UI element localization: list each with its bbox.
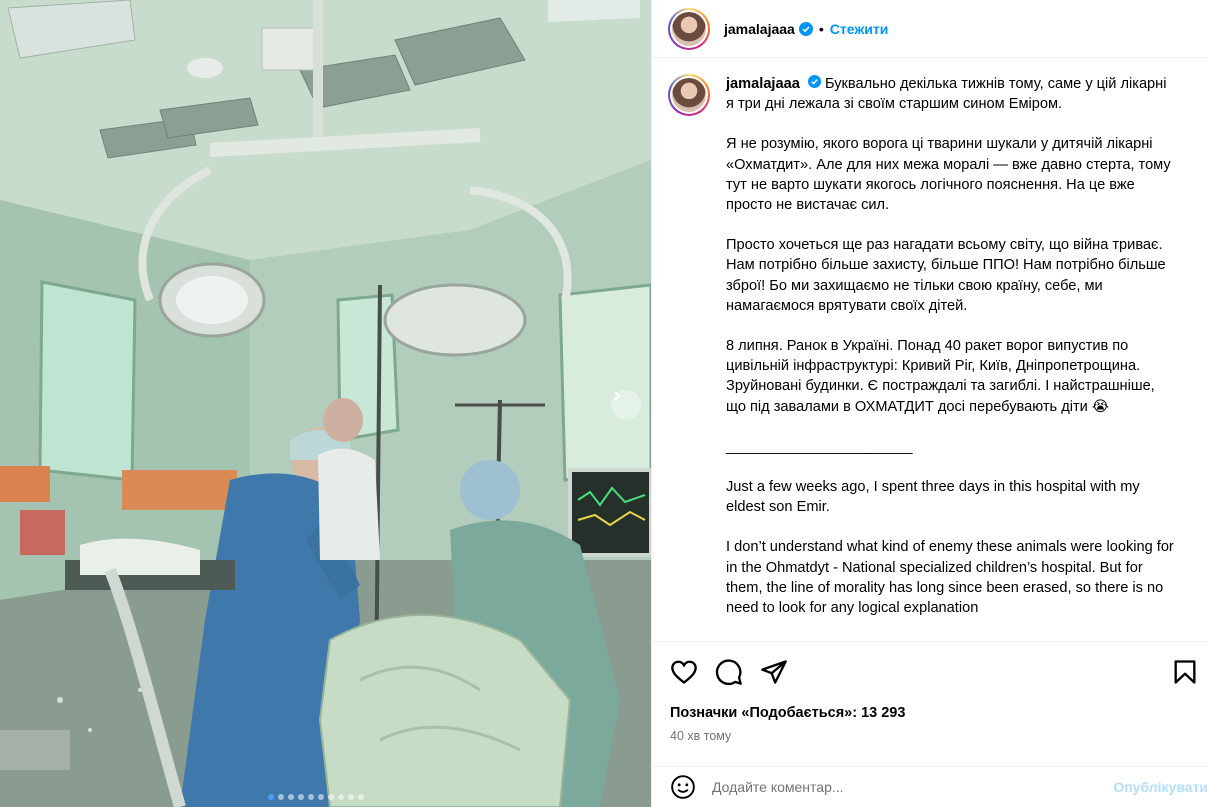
- publish-button[interactable]: Опублікувати: [1113, 779, 1207, 795]
- avatar[interactable]: [668, 74, 710, 116]
- carousel-dot: [348, 794, 354, 800]
- emoji-icon[interactable]: [670, 774, 696, 800]
- caption-username[interactable]: jamalajaaa: [726, 76, 800, 92]
- carousel-indicators: [268, 794, 364, 800]
- caption: jamalajaaa Буквально декілька тижнів том…: [668, 74, 1192, 638]
- post-header: jamalajaaa • Стежити: [652, 0, 1207, 58]
- caption-paragraph: Я не розумію, якого ворога ці тварини шу…: [726, 136, 1171, 214]
- caption-paragraph: 8 липня. Ранок в Україні. Понад 40 ракет…: [726, 338, 1155, 415]
- comment-input[interactable]: [712, 779, 1072, 795]
- heart-icon[interactable]: [670, 658, 698, 686]
- caption-paragraph: Просто хочеться ще раз нагадати всьому с…: [726, 237, 1166, 314]
- action-bar: [652, 641, 1207, 701]
- chevron-right-icon: [614, 391, 621, 401]
- carousel-dot: [338, 794, 344, 800]
- carousel-dot: [288, 794, 294, 800]
- post-panel: jamalajaaa • Стежити jamalajaaa Буквальн…: [651, 0, 1207, 807]
- carousel-dot: [358, 794, 364, 800]
- likes-count[interactable]: Позначки «Подобається»: 13 293: [670, 705, 905, 721]
- post-timestamp[interactable]: 40 хв тому: [670, 729, 731, 743]
- next-slide-button[interactable]: [611, 390, 641, 420]
- follow-button[interactable]: Стежити: [830, 21, 889, 37]
- carousel-dot: [268, 794, 274, 800]
- avatar[interactable]: [668, 7, 710, 50]
- verified-badge-icon: [798, 21, 813, 36]
- share-icon[interactable]: [760, 658, 788, 686]
- caption-paragraph: Just a few weeks ago, I spent three days…: [726, 479, 1140, 516]
- comment-icon[interactable]: [715, 658, 743, 686]
- caption-divider: _______________________: [726, 438, 913, 455]
- caption-paragraph: I don’t understand what kind of enemy th…: [726, 539, 1174, 617]
- hospital-photo: [0, 0, 651, 807]
- comment-bar: Опублікувати: [652, 766, 1207, 807]
- verified-badge-icon: [807, 75, 821, 88]
- carousel-dot: [328, 794, 334, 800]
- post-media[interactable]: [0, 0, 651, 807]
- caption-text: jamalajaaa Буквально декілька тижнів том…: [726, 74, 1176, 638]
- bookmark-icon[interactable]: [1171, 658, 1199, 686]
- carousel-dot: [278, 794, 284, 800]
- caption-scroll-area[interactable]: jamalajaaa Буквально декілька тижнів том…: [652, 59, 1207, 641]
- carousel-dot: [318, 794, 324, 800]
- username-link[interactable]: jamalajaaa: [724, 21, 795, 37]
- carousel-dot: [298, 794, 304, 800]
- carousel-dot: [308, 794, 314, 800]
- separator-dot: •: [818, 20, 824, 37]
